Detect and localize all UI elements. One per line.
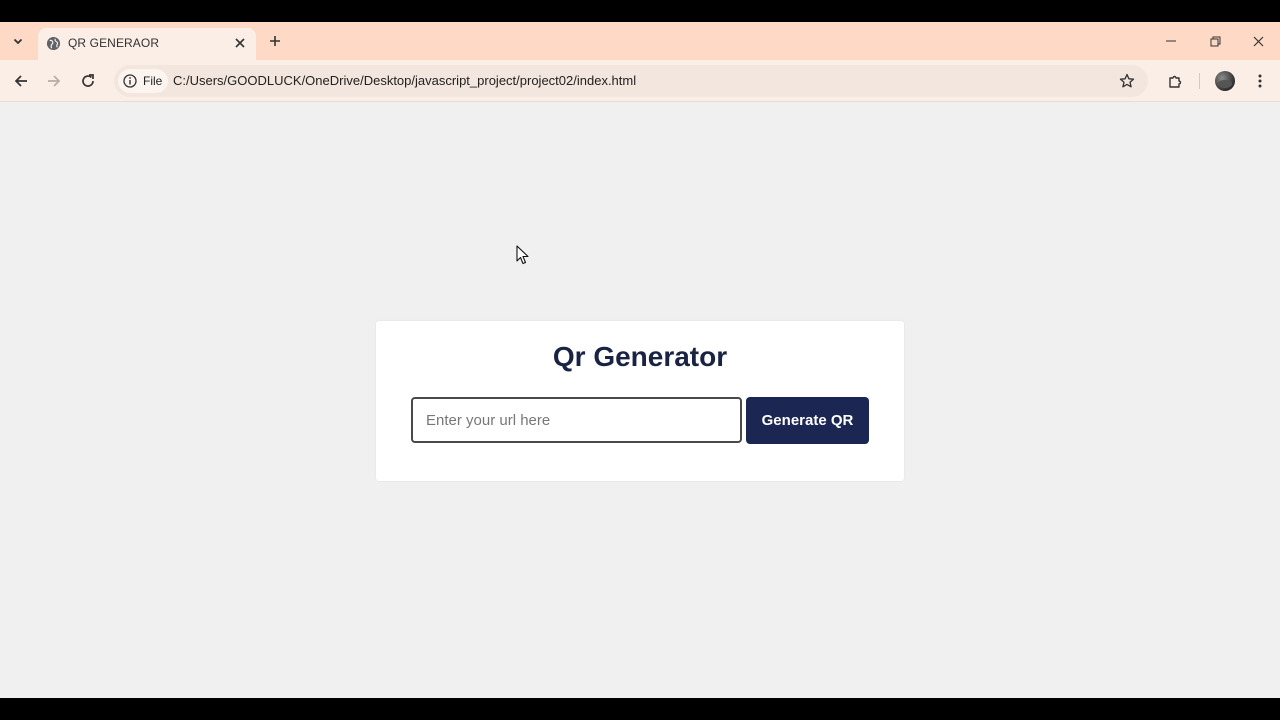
restore-icon	[1210, 36, 1220, 46]
profile-avatar[interactable]	[1215, 71, 1235, 91]
browser-window: QR GENERAOR File C:/Users/GOODLUCK/OneDr…	[0, 22, 1280, 698]
tab-close-button[interactable]	[232, 35, 248, 51]
forward-button[interactable]	[43, 70, 65, 92]
site-info-chip[interactable]: File	[118, 69, 168, 93]
generate-qr-button[interactable]: Generate QR	[746, 397, 869, 444]
tab-title: QR GENERAOR	[68, 36, 160, 50]
back-button[interactable]	[10, 70, 32, 92]
arrow-right-icon	[48, 75, 61, 87]
new-tab-button[interactable]	[264, 31, 286, 51]
star-icon	[1119, 73, 1135, 88]
url-input[interactable]	[411, 397, 742, 443]
tab-strip: QR GENERAOR	[0, 22, 1280, 60]
letterbox-top	[0, 0, 1280, 22]
browser-toolbar: File C:/Users/GOODLUCK/OneDrive/Desktop/…	[0, 60, 1280, 102]
letterbox-bottom	[0, 698, 1280, 720]
tab-search-button[interactable]	[6, 30, 30, 52]
minimize-icon	[1166, 40, 1176, 42]
url-text[interactable]: C:/Users/GOODLUCK/OneDrive/Desktop/javas…	[173, 73, 636, 88]
scheme-label: File	[143, 74, 163, 88]
info-icon	[123, 74, 137, 88]
restore-button[interactable]	[1202, 30, 1228, 52]
extensions-button[interactable]	[1164, 70, 1186, 92]
close-icon	[235, 38, 245, 48]
page-viewport: Qr Generator Generate QR	[0, 103, 1280, 698]
address-bar[interactable]: File C:/Users/GOODLUCK/OneDrive/Desktop/…	[114, 65, 1148, 97]
arrow-left-icon	[14, 75, 27, 87]
window-close-button[interactable]	[1245, 30, 1271, 52]
qr-generator-card: Qr Generator Generate QR	[376, 321, 904, 481]
toolbar-divider	[1199, 73, 1200, 89]
bookmark-button[interactable]	[1117, 71, 1137, 91]
mouse-cursor-icon	[516, 245, 529, 265]
puzzle-icon	[1168, 75, 1181, 88]
close-icon	[1253, 36, 1263, 46]
more-vertical-icon	[1258, 74, 1262, 88]
chevron-down-icon	[13, 38, 23, 45]
page-title: Qr Generator	[552, 341, 728, 372]
reload-icon	[82, 74, 94, 87]
reload-button[interactable]	[77, 70, 99, 92]
minimize-button[interactable]	[1158, 30, 1184, 52]
tab-qr-generator[interactable]: QR GENERAOR	[38, 28, 256, 60]
plus-icon	[270, 36, 280, 46]
browser-menu-button[interactable]	[1250, 70, 1270, 92]
globe-icon	[46, 36, 61, 51]
